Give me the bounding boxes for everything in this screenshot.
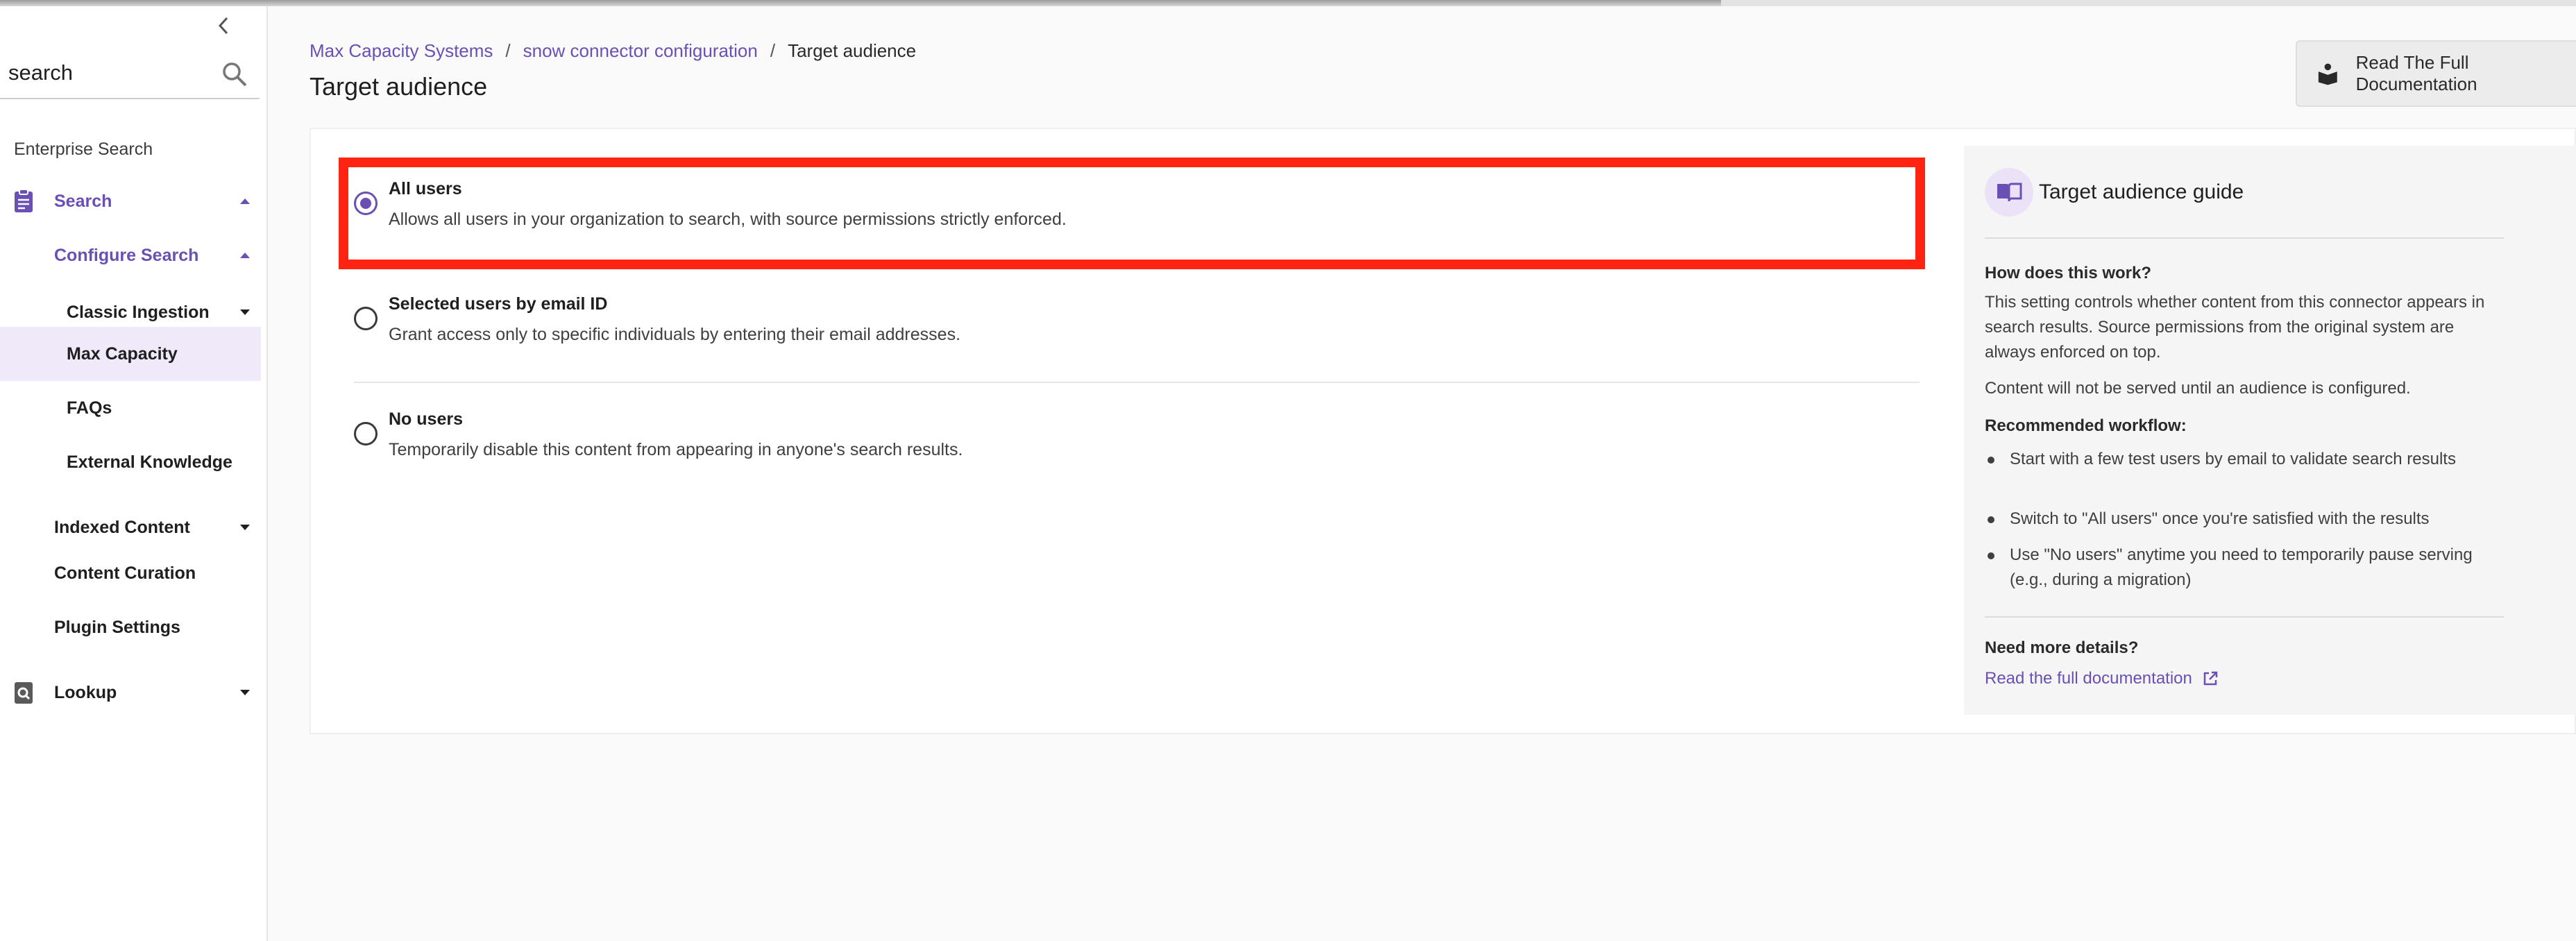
sidebar-item-configure-search[interactable]: Configure Search bbox=[0, 238, 261, 273]
bullet-icon bbox=[1988, 457, 1994, 464]
breadcrumb-link-max-capacity-systems[interactable]: Max Capacity Systems bbox=[310, 40, 493, 62]
guide-divider bbox=[1985, 616, 2504, 618]
guide-how-text: This setting controls whether content fr… bbox=[1985, 293, 2485, 362]
guide-more-heading: Need more details? bbox=[1985, 638, 2139, 657]
sidebar-item-max-capacity[interactable]: Max Capacity bbox=[0, 327, 261, 381]
chevron-left-icon bbox=[218, 17, 228, 35]
chevron-up-icon bbox=[240, 198, 250, 204]
section-label: Enterprise Search bbox=[14, 139, 153, 159]
book-icon bbox=[1997, 183, 2022, 202]
guide-title: Target audience guide bbox=[2039, 180, 2244, 203]
sidebar-item-external-knowledge[interactable]: External Knowledge bbox=[0, 445, 261, 480]
sidebar-item-classic-ingestion[interactable]: Classic Ingestion bbox=[0, 295, 261, 330]
breadcrumb-current: Target audience bbox=[788, 40, 917, 61]
guide-workflow-item: Use "No users" anytime you need to tempo… bbox=[2010, 545, 2473, 589]
guide-how-heading: How does this work? bbox=[1985, 264, 2152, 282]
collapse-sidebar-button[interactable] bbox=[212, 13, 235, 38]
breadcrumb: Max Capacity Systems / snow connector co… bbox=[310, 40, 916, 62]
sidebar-item-indexed-content[interactable]: Indexed Content bbox=[0, 510, 261, 545]
sidebar-item-lookup[interactable]: Lookup bbox=[0, 675, 261, 710]
option-title: No users bbox=[389, 409, 463, 429]
guide-workflow-item: Switch to "All users" once you're satisf… bbox=[2010, 509, 2430, 528]
option-description: Grant access only to specific individual… bbox=[389, 325, 961, 344]
bullet-icon bbox=[1988, 516, 1994, 523]
breadcrumb-separator: / bbox=[770, 40, 776, 61]
search-icon[interactable] bbox=[221, 60, 248, 88]
sidebar: Enterprise Search Search Configure Searc… bbox=[0, 6, 268, 941]
guide-panel: Target audience guide How does this work… bbox=[1964, 146, 2576, 715]
chevron-down-icon bbox=[240, 310, 250, 315]
chevron-up-icon bbox=[240, 253, 250, 258]
bullet-icon bbox=[1988, 552, 1994, 559]
breadcrumb-separator: / bbox=[505, 40, 511, 61]
highlight-box bbox=[339, 158, 1925, 269]
option-title: Selected users by email ID bbox=[389, 294, 608, 314]
chevron-down-icon bbox=[240, 525, 250, 530]
documentation-link-label: Read the full documentation bbox=[1985, 669, 2192, 688]
guide-divider bbox=[1985, 237, 2504, 239]
window-top-edge bbox=[0, 0, 2576, 6]
book-reader-icon bbox=[2318, 63, 2337, 85]
sidebar-item-plugin-settings[interactable]: Plugin Settings bbox=[0, 610, 261, 645]
guide-icon-badge bbox=[1985, 168, 2033, 217]
option-divider bbox=[354, 382, 1920, 383]
read-full-documentation-link[interactable]: Read the full documentation bbox=[1985, 669, 2219, 688]
option-description: Temporarily disable this content from ap… bbox=[389, 440, 963, 459]
radio-selected-users[interactable] bbox=[354, 307, 378, 330]
sidebar-search bbox=[0, 48, 260, 99]
guide-workflow-heading: Recommended workflow: bbox=[1985, 416, 2187, 435]
page-title: Target audience bbox=[310, 72, 488, 101]
search-input[interactable] bbox=[8, 56, 210, 90]
sidebar-item-search[interactable]: Search bbox=[0, 184, 261, 219]
read-documentation-label: Read The Full Documentation bbox=[2355, 52, 2477, 94]
guide-workflow-item: Start with a few test users by email to … bbox=[2010, 450, 2456, 468]
radio-no-users[interactable] bbox=[354, 422, 378, 446]
sidebar-item-content-curation[interactable]: Content Curation bbox=[0, 556, 261, 591]
breadcrumb-link-connector-configuration[interactable]: snow connector configuration bbox=[523, 40, 758, 62]
clipboard-icon bbox=[15, 189, 33, 212]
guide-note: Content will not be served until an audi… bbox=[1985, 379, 2411, 398]
chevron-down-icon bbox=[240, 690, 250, 695]
read-documentation-button[interactable]: Read The Full Documentation bbox=[2296, 40, 2576, 107]
sidebar-item-faqs[interactable]: FAQs bbox=[0, 391, 261, 425]
external-link-icon bbox=[2203, 671, 2218, 686]
lookup-icon bbox=[15, 682, 33, 704]
